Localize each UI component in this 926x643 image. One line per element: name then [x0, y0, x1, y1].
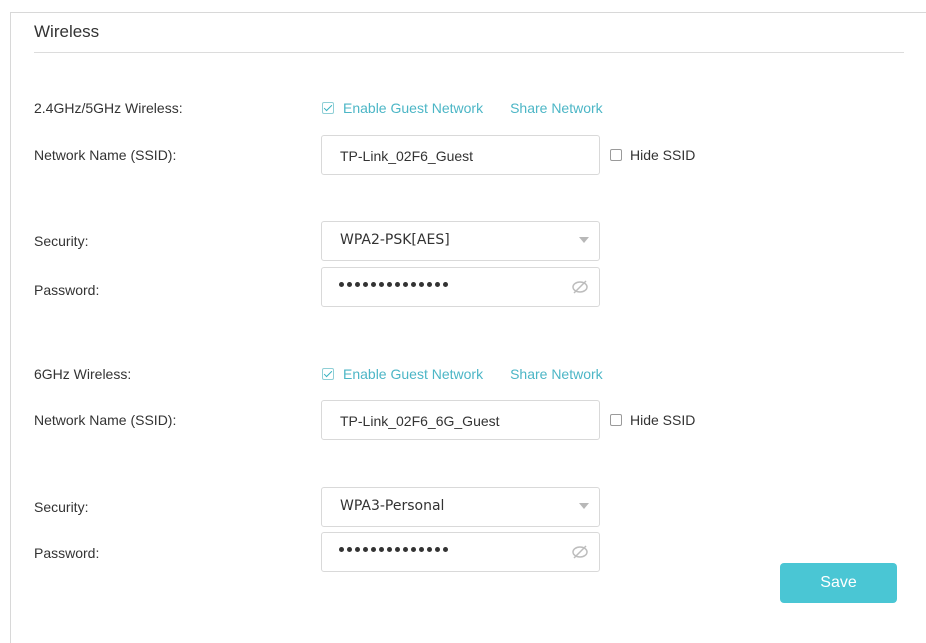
- band2-hide-ssid[interactable]: Hide SSID: [610, 412, 695, 428]
- save-button[interactable]: Save: [780, 563, 897, 603]
- band1-ssid-value: TP-Link_02F6_Guest: [340, 148, 474, 164]
- band2-enable-label[interactable]: Enable Guest Network: [343, 366, 483, 382]
- password-mask: [339, 547, 448, 552]
- band2-share-network-link[interactable]: Share Network: [510, 366, 603, 382]
- band2-security-value: WPA3-Personal: [340, 498, 445, 514]
- section-title: Wireless: [34, 22, 100, 41]
- band2-hide-ssid-label[interactable]: Hide SSID: [630, 412, 695, 428]
- chevron-down-icon: [579, 237, 589, 243]
- band1-label: 2.4GHz/5GHz Wireless:: [34, 100, 183, 116]
- band2-enable-checkbox[interactable]: [322, 368, 334, 380]
- band1-hide-ssid-label[interactable]: Hide SSID: [630, 147, 695, 163]
- band1-security-value: WPA2-PSK[AES]: [340, 232, 450, 248]
- title-divider: [34, 52, 904, 53]
- band1-hide-ssid[interactable]: Hide SSID: [610, 147, 695, 163]
- band2-enable-row: Enable Guest Network Share Network: [322, 366, 603, 382]
- band1-password-input[interactable]: [321, 267, 600, 307]
- band2-ssid-value: TP-Link_02F6_6G_Guest: [340, 413, 500, 429]
- band1-password-label: Password:: [34, 282, 100, 298]
- band1-ssid-input[interactable]: TP-Link_02F6_Guest: [321, 135, 600, 175]
- band1-security-select[interactable]: WPA2-PSK[AES]: [321, 221, 600, 261]
- band2-security-label: Security:: [34, 499, 89, 515]
- band1-ssid-label: Network Name (SSID):: [34, 147, 177, 163]
- band1-hide-ssid-checkbox[interactable]: [610, 149, 622, 161]
- band2-hide-ssid-checkbox[interactable]: [610, 414, 622, 426]
- band1-enable-label[interactable]: Enable Guest Network: [343, 100, 483, 116]
- chevron-down-icon: [579, 503, 589, 509]
- password-mask: [339, 282, 448, 287]
- eye-hidden-icon[interactable]: [571, 279, 589, 295]
- band1-enable-row: Enable Guest Network Share Network: [322, 100, 603, 116]
- eye-hidden-icon[interactable]: [571, 544, 589, 560]
- band1-enable-checkbox[interactable]: [322, 102, 334, 114]
- band2-ssid-label: Network Name (SSID):: [34, 412, 177, 428]
- band2-password-input[interactable]: [321, 532, 600, 572]
- band2-label: 6GHz Wireless:: [34, 366, 132, 382]
- band2-ssid-input[interactable]: TP-Link_02F6_6G_Guest: [321, 400, 600, 440]
- band2-security-select[interactable]: WPA3-Personal: [321, 487, 600, 527]
- band1-security-label: Security:: [34, 233, 89, 249]
- band2-password-label: Password:: [34, 545, 100, 561]
- band1-share-network-link[interactable]: Share Network: [510, 100, 603, 116]
